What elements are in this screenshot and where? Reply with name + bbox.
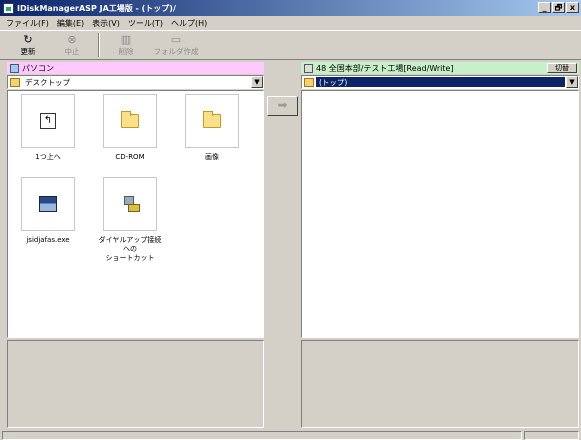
folder-icon <box>121 111 139 128</box>
menu-help[interactable]: ヘルプ(H) <box>167 18 211 29</box>
refresh-label: 更新 <box>20 46 36 56</box>
up-icon: ↰ <box>40 113 56 129</box>
item-label: 1つ上へ <box>35 153 61 161</box>
delete-label: 削除 <box>118 46 134 56</box>
upload-button[interactable]: ➡ <box>267 96 298 116</box>
new-folder-label: フォルダ作成 <box>153 46 199 56</box>
close-button[interactable]: x <box>566 2 579 13</box>
item-label: jsidjafas.exe <box>26 236 70 244</box>
app-icon <box>3 2 14 14</box>
new-folder-icon: ▭ <box>170 32 182 46</box>
server-info-pane <box>301 340 579 428</box>
menu-view[interactable]: 表示(V) <box>88 18 124 29</box>
status-side-cell <box>524 431 579 440</box>
list-item[interactable]: ダイヤルアップ接続 への ショートカット <box>95 177 165 263</box>
exe-icon <box>39 196 57 212</box>
local-location-select[interactable]: デスクトップ ▼ <box>7 75 264 89</box>
up-folder-icon[interactable] <box>10 77 20 87</box>
local-pane-title: パソコン <box>22 63 54 73</box>
shortcut-icon <box>122 196 140 212</box>
item-label: ダイヤルアップ接続 への ショートカット <box>98 236 162 262</box>
new-folder-button[interactable]: ▭ フォルダ作成 <box>148 31 204 59</box>
status-text-cell <box>2 431 522 440</box>
local-pane-header: パソコン <box>7 62 264 74</box>
trash-icon: ▥ <box>120 32 132 46</box>
computer-icon <box>10 63 19 73</box>
stop-icon: ⊗ <box>67 32 77 46</box>
item-label: CD-ROM <box>115 153 145 161</box>
folder-icon <box>203 111 221 128</box>
refresh-icon: ↻ <box>23 32 33 46</box>
chevron-down-icon[interactable]: ▼ <box>251 76 263 88</box>
server-file-list[interactable] <box>301 90 579 338</box>
list-item[interactable]: jsidjafas.exe <box>13 177 83 245</box>
menu-tools[interactable]: ツール(T) <box>124 18 167 29</box>
up-folder-icon[interactable] <box>304 77 314 87</box>
title-bar: IDiskManagerASP JA工場版 - (トップ)/ _ 🗗 x <box>0 0 581 16</box>
switch-button[interactable]: 切替 <box>547 63 577 73</box>
delete-button[interactable]: ▥ 削除 <box>104 31 148 59</box>
chevron-down-icon[interactable]: ▼ <box>566 76 578 88</box>
menu-bar: ファイル(F) 編集(E) 表示(V) ツール(T) ヘルプ(H) <box>0 16 581 30</box>
server-pane-header: 48 全国本部/テスト工場[Read/Write] 切替 <box>301 62 579 74</box>
item-label: 画像 <box>205 153 219 161</box>
toolbar: ↻ 更新 ⊗ 中止 ▥ 削除 ▭ フォルダ作成 <box>0 30 581 60</box>
stop-label: 中止 <box>64 46 80 56</box>
server-pane-title: 48 全国本部/テスト工場[Read/Write] <box>316 63 454 73</box>
stop-button[interactable]: ⊗ 中止 <box>50 31 94 59</box>
menu-file[interactable]: ファイル(F) <box>2 18 53 29</box>
arrow-right-icon: ➡ <box>277 98 288 112</box>
maximize-button[interactable]: 🗗 <box>552 2 565 13</box>
list-item[interactable]: 画像 <box>177 94 247 162</box>
menu-edit[interactable]: 編集(E) <box>53 18 88 29</box>
toolbar-separator <box>98 33 100 57</box>
server-location-value: (トップ) <box>316 77 565 87</box>
server-icon <box>304 63 313 73</box>
refresh-button[interactable]: ↻ 更新 <box>6 31 50 59</box>
local-info-pane <box>7 340 264 428</box>
window-title: IDiskManagerASP JA工場版 - (トップ)/ <box>17 3 176 13</box>
status-bar <box>0 430 581 440</box>
list-item[interactable]: CD-ROM <box>95 94 165 162</box>
window-controls: _ 🗗 x <box>538 2 579 13</box>
local-file-list[interactable]: ↰ 1つ上へ CD-ROM 画像 jsidjafas.exe ダイヤルアップ接続… <box>7 90 264 338</box>
minimize-button[interactable]: _ <box>538 2 551 13</box>
local-location-value: デスクトップ <box>25 77 70 87</box>
server-location-select[interactable]: (トップ) ▼ <box>301 75 579 89</box>
list-item[interactable]: ↰ 1つ上へ <box>13 94 83 162</box>
